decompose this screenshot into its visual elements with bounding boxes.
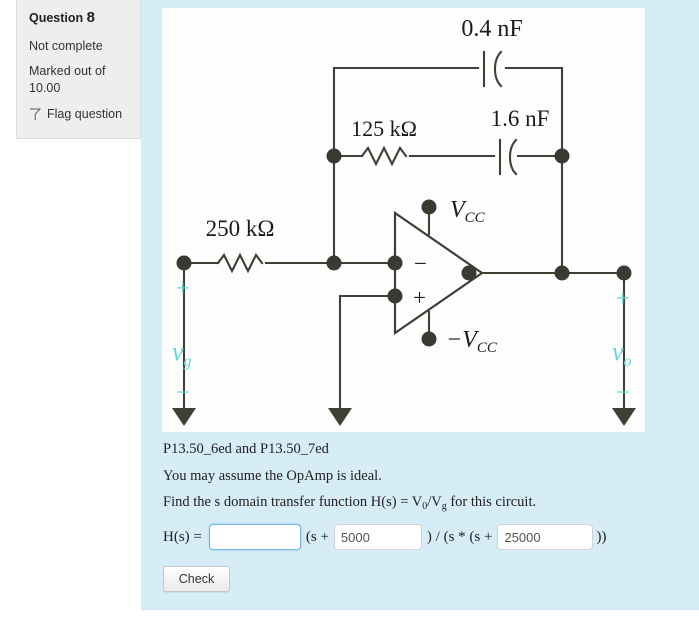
check-button[interactable]: Check <box>163 566 230 592</box>
question-title-label: Question <box>29 11 84 25</box>
question-info-panel: Question 8 Not complete Marked out of 10… <box>16 0 141 139</box>
svg-text:−: − <box>176 380 190 406</box>
zero-frequency-input[interactable] <box>333 524 422 550</box>
question-text-line-3-a: Find the s domain transfer function H(s)… <box>163 494 423 511</box>
circuit-diagram: 0.4 nF 125 kΩ 1.6 nF 250 kΩ − + VCC −VCC <box>162 8 645 432</box>
question-text-line-3-c: for this circuit. <box>446 494 537 511</box>
answer-operator-1: (s + <box>305 528 329 545</box>
question-title: Question 8 <box>29 9 130 26</box>
svg-text:+: + <box>176 276 190 302</box>
question-content-panel: 0.4 nF 125 kΩ 1.6 nF 250 kΩ − + VCC −VCC <box>141 0 699 610</box>
question-text-line-1: P13.50_6ed and P13.50_7ed <box>163 441 329 457</box>
question-page: Question 8 Not complete Marked out of 10… <box>0 0 699 626</box>
question-text-line-2: You may assume the OpAmp is ideal. <box>163 467 382 484</box>
svg-text:125 kΩ: 125 kΩ <box>351 116 417 141</box>
question-max-grade: 10.00 <box>29 80 61 95</box>
svg-text:−: − <box>616 380 630 406</box>
svg-text:+: + <box>616 286 630 312</box>
svg-text:250 kΩ: 250 kΩ <box>206 216 275 241</box>
question-status: Not complete <box>29 39 103 53</box>
pole-frequency-input[interactable] <box>497 524 594 550</box>
svg-text:+: + <box>413 285 426 310</box>
question-text-line-3-b: /V <box>427 494 442 511</box>
question-number: 8 <box>86 9 95 26</box>
answer-row: H(s) = (s + ) / (s * (s + )) <box>163 524 609 550</box>
answer-label: H(s) = <box>163 528 202 545</box>
svg-text:0.4 nF: 0.4 nF <box>461 16 522 42</box>
question-marked-label: Marked out of <box>29 64 106 79</box>
numerator-input[interactable] <box>208 524 301 550</box>
flag-question-button[interactable]: Flag question <box>29 107 130 121</box>
answer-operator-3: )) <box>596 528 607 545</box>
question-text: P13.50_6ed and P13.50_7ed You may assume… <box>163 440 683 521</box>
flag-question-label: Flag question <box>47 107 123 122</box>
flag-icon <box>29 108 42 121</box>
svg-text:−: − <box>414 251 427 276</box>
question-text-line-3: Find the s domain transfer function H(s)… <box>163 493 683 514</box>
svg-text:1.6 nF: 1.6 nF <box>491 106 550 131</box>
answer-operator-2: ) / (s * (s + <box>426 528 493 545</box>
